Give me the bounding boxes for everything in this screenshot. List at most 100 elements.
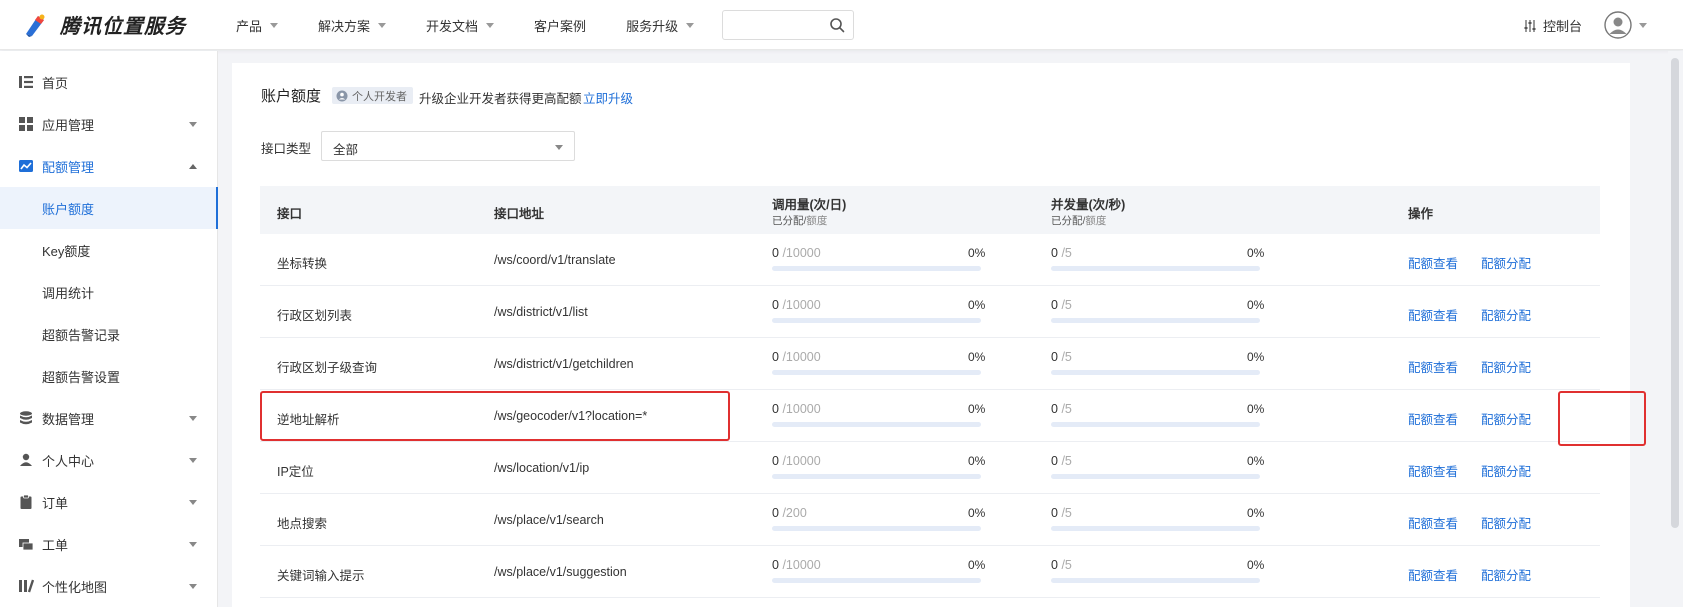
calls-quota: 0 /10000	[772, 454, 821, 468]
table-row: IP定位/ws/location/v1/ip 0 /10000 0% 0 /5 0% 配额…	[260, 442, 1600, 494]
nav-item-products[interactable]: 产品	[236, 16, 279, 35]
map-style-icon	[19, 579, 34, 593]
top-bar: 腾讯位置服务 产品 解决方案 开发文档 客户案例 服务升级 控制台	[0, 0, 1683, 50]
subheader-used: 已分配/	[772, 215, 807, 227]
api-path: /ws/district/v1/getchildren	[494, 357, 634, 371]
upgrade-link[interactable]: 立即升级	[583, 88, 633, 107]
api-path: /ws/place/v1/search	[494, 513, 604, 527]
nav-label: 客户案例	[534, 18, 587, 34]
sidebar-item-home[interactable]: 首页	[0, 61, 218, 103]
table-row: 行政区划子级查询/ws/district/v1/getchildren 0 /10…	[260, 338, 1600, 390]
quota-view-link[interactable]: 配额查看	[1408, 513, 1458, 532]
logo-icon	[26, 14, 45, 37]
chevron-down-icon	[189, 500, 197, 505]
calls-quota: 0 /10000	[772, 350, 821, 364]
chevron-down-icon	[270, 22, 279, 28]
calls-percent: 0%	[968, 298, 986, 312]
sidebar-item-orders[interactable]: 订单	[0, 481, 218, 523]
sidebar-item-tickets[interactable]: 工单	[0, 523, 218, 565]
calls-progress-bar	[772, 578, 981, 583]
quota-assign-link[interactable]: 配额分配	[1481, 253, 1531, 272]
quota-assign-link[interactable]: 配额分配	[1481, 409, 1531, 428]
sidebar-subitem-label: Key额度	[42, 243, 91, 259]
search-input[interactable]	[731, 11, 831, 39]
calls-total: /10000	[782, 350, 821, 364]
nav-item-cases[interactable]: 客户案例	[534, 16, 586, 35]
chevron-down-icon[interactable]	[1639, 23, 1647, 28]
nav-item-docs[interactable]: 开发文档	[426, 16, 495, 35]
scrollbar-thumb[interactable]	[1671, 58, 1679, 528]
quota-view-link[interactable]: 配额查看	[1408, 357, 1458, 376]
quota-view-link[interactable]: 配额查看	[1408, 565, 1458, 584]
sidebar-item-custom-map[interactable]: 个性化地图	[0, 565, 218, 607]
quota-assign-link[interactable]: 配额分配	[1481, 565, 1531, 584]
sidebar-item-apps[interactable]: 应用管理	[0, 103, 218, 145]
main-nav: 产品 解决方案 开发文档 客户案例 服务升级	[236, 0, 734, 50]
quota-assign-link[interactable]: 配额分配	[1481, 305, 1531, 324]
nav-item-upgrade[interactable]: 服务升级	[626, 16, 695, 35]
sidebar-item-label: 工单	[42, 537, 69, 553]
api-name: 关键词输入提示	[277, 569, 365, 583]
quota-assign-link[interactable]: 配额分配	[1481, 357, 1531, 376]
quota-view-link[interactable]: 配额查看	[1408, 461, 1458, 480]
nav-label: 服务升级	[626, 18, 679, 34]
concurrency-percent: 0%	[1247, 454, 1265, 468]
concurrency-percent: 0%	[1247, 402, 1265, 416]
sidebar-subitem-call-stats[interactable]: 调用统计	[0, 271, 218, 313]
list-icon	[19, 76, 33, 88]
console-link[interactable]: 控制台	[1523, 16, 1582, 35]
calls-used: 0	[772, 402, 779, 416]
sidebar-subitem-overage-alert-records[interactable]: 超额告警记录	[0, 313, 218, 355]
search-box[interactable]	[722, 10, 854, 40]
concurrency-progress-bar	[1051, 526, 1260, 531]
sidebar-item-quota[interactable]: 配额管理	[0, 145, 218, 187]
sidebar-item-profile[interactable]: 个人中心	[0, 439, 218, 481]
sidebar-subitem-label: 账户额度	[42, 201, 95, 217]
sidebar-subitem-label: 调用统计	[42, 285, 95, 301]
sidebar-item-data[interactable]: 数据管理	[0, 397, 218, 439]
column-subheader-calls: 已分配/额度	[772, 213, 827, 228]
sidebar-item-label: 个人中心	[42, 453, 95, 469]
conc-total: /5	[1061, 506, 1072, 520]
quota-view-link[interactable]: 配额查看	[1408, 253, 1458, 272]
nav-item-solutions[interactable]: 解决方案	[318, 16, 387, 35]
nav-label: 解决方案	[318, 18, 371, 34]
api-path: /ws/district/v1/list	[494, 305, 588, 319]
developer-type-badge: 个人开发者	[332, 87, 413, 104]
quota-view-link[interactable]: 配额查看	[1408, 409, 1458, 428]
sidebar-subitem-account-quota[interactable]: 账户额度	[0, 187, 218, 229]
table-row: 逆地址解析/ws/geocoder/v1?location=* 0 /10000 0…	[260, 390, 1600, 442]
conc-used: 0	[1051, 454, 1058, 468]
search-icon[interactable]	[829, 17, 845, 33]
concurrency-percent: 0%	[1247, 246, 1265, 260]
sidebar-subitem-key-quota[interactable]: Key额度	[0, 229, 218, 271]
calls-total: /200	[782, 506, 807, 520]
sidebar-item-label: 应用管理	[42, 117, 95, 133]
conc-total: /5	[1061, 350, 1072, 364]
column-header-calls: 调用量(次/日)	[772, 198, 847, 212]
quota-view-link[interactable]: 配额查看	[1408, 305, 1458, 324]
sidebar-item-label: 配额管理	[42, 159, 95, 175]
chevron-down-icon	[189, 416, 197, 421]
calls-quota: 0 /200	[772, 506, 807, 520]
calls-quota: 0 /10000	[772, 246, 821, 260]
nav-label: 开发文档	[426, 18, 479, 34]
grid-icon	[19, 117, 33, 131]
avatar[interactable]	[1604, 11, 1632, 39]
api-path: /ws/place/v1/suggestion	[494, 565, 627, 579]
concurrency-percent: 0%	[1247, 506, 1265, 520]
calls-used: 0	[772, 298, 779, 312]
quota-assign-link[interactable]: 配额分配	[1481, 461, 1531, 480]
calls-percent: 0%	[968, 350, 986, 364]
concurrency-quota: 0 /5	[1051, 506, 1072, 520]
calls-total: /10000	[782, 402, 821, 416]
subheader-total: 额度	[806, 215, 828, 227]
logo[interactable]: 腾讯位置服务	[22, 10, 186, 39]
chevron-down-icon	[555, 145, 563, 150]
sidebar-subitem-label: 超额告警设置	[42, 369, 121, 385]
sidebar-subitem-overage-alert-settings[interactable]: 超额告警设置	[0, 355, 218, 397]
api-type-select[interactable]: 全部	[321, 131, 575, 161]
quota-assign-link[interactable]: 配额分配	[1481, 513, 1531, 532]
api-name: 行政区划子级查询	[277, 361, 378, 375]
chevron-down-icon	[378, 22, 387, 28]
